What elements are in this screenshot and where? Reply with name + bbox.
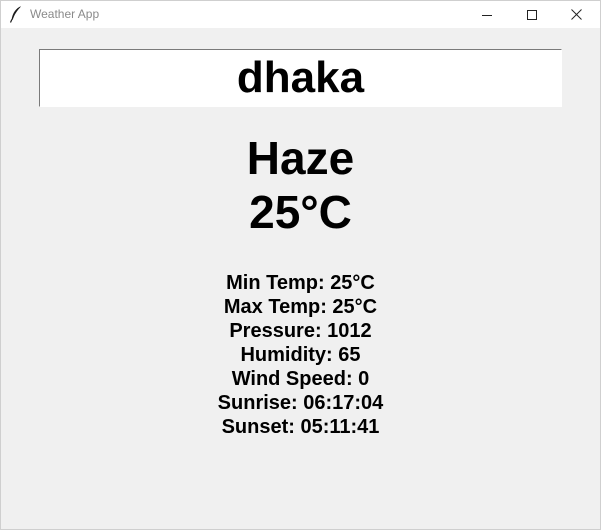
sunset-label: Sunset: 05:11:41 bbox=[221, 416, 380, 438]
sunrise-label: Sunrise: 06:17:04 bbox=[217, 392, 384, 414]
maximize-button[interactable] bbox=[509, 1, 554, 28]
maximize-icon bbox=[526, 9, 537, 20]
main-content: Haze 25°C Min Temp: 25°C Max Temp: 25°C … bbox=[1, 28, 600, 529]
feather-icon bbox=[9, 5, 23, 23]
pressure-label: Pressure: 1012 bbox=[229, 320, 372, 342]
max-temp-label: Max Temp: 25°C bbox=[223, 296, 378, 318]
city-search-input[interactable] bbox=[39, 49, 562, 107]
title-bar[interactable]: Weather App bbox=[1, 1, 600, 28]
close-icon bbox=[571, 9, 582, 20]
weather-details: Min Temp: 25°C Max Temp: 25°C Pressure: … bbox=[1, 271, 600, 439]
wind-speed-label: Wind Speed: 0 bbox=[231, 368, 370, 390]
app-window: Weather App Haze 25°C Min Temp: 25°C Max… bbox=[0, 0, 601, 530]
humidity-label: Humidity: 65 bbox=[240, 344, 361, 366]
window-title: Weather App bbox=[30, 7, 100, 21]
minimize-button[interactable] bbox=[464, 1, 509, 28]
current-temperature: 25°C bbox=[249, 186, 352, 238]
minimize-icon bbox=[481, 14, 492, 16]
weather-condition: Haze bbox=[246, 132, 355, 184]
close-button[interactable] bbox=[554, 1, 599, 28]
min-temp-label: Min Temp: 25°C bbox=[226, 272, 375, 294]
